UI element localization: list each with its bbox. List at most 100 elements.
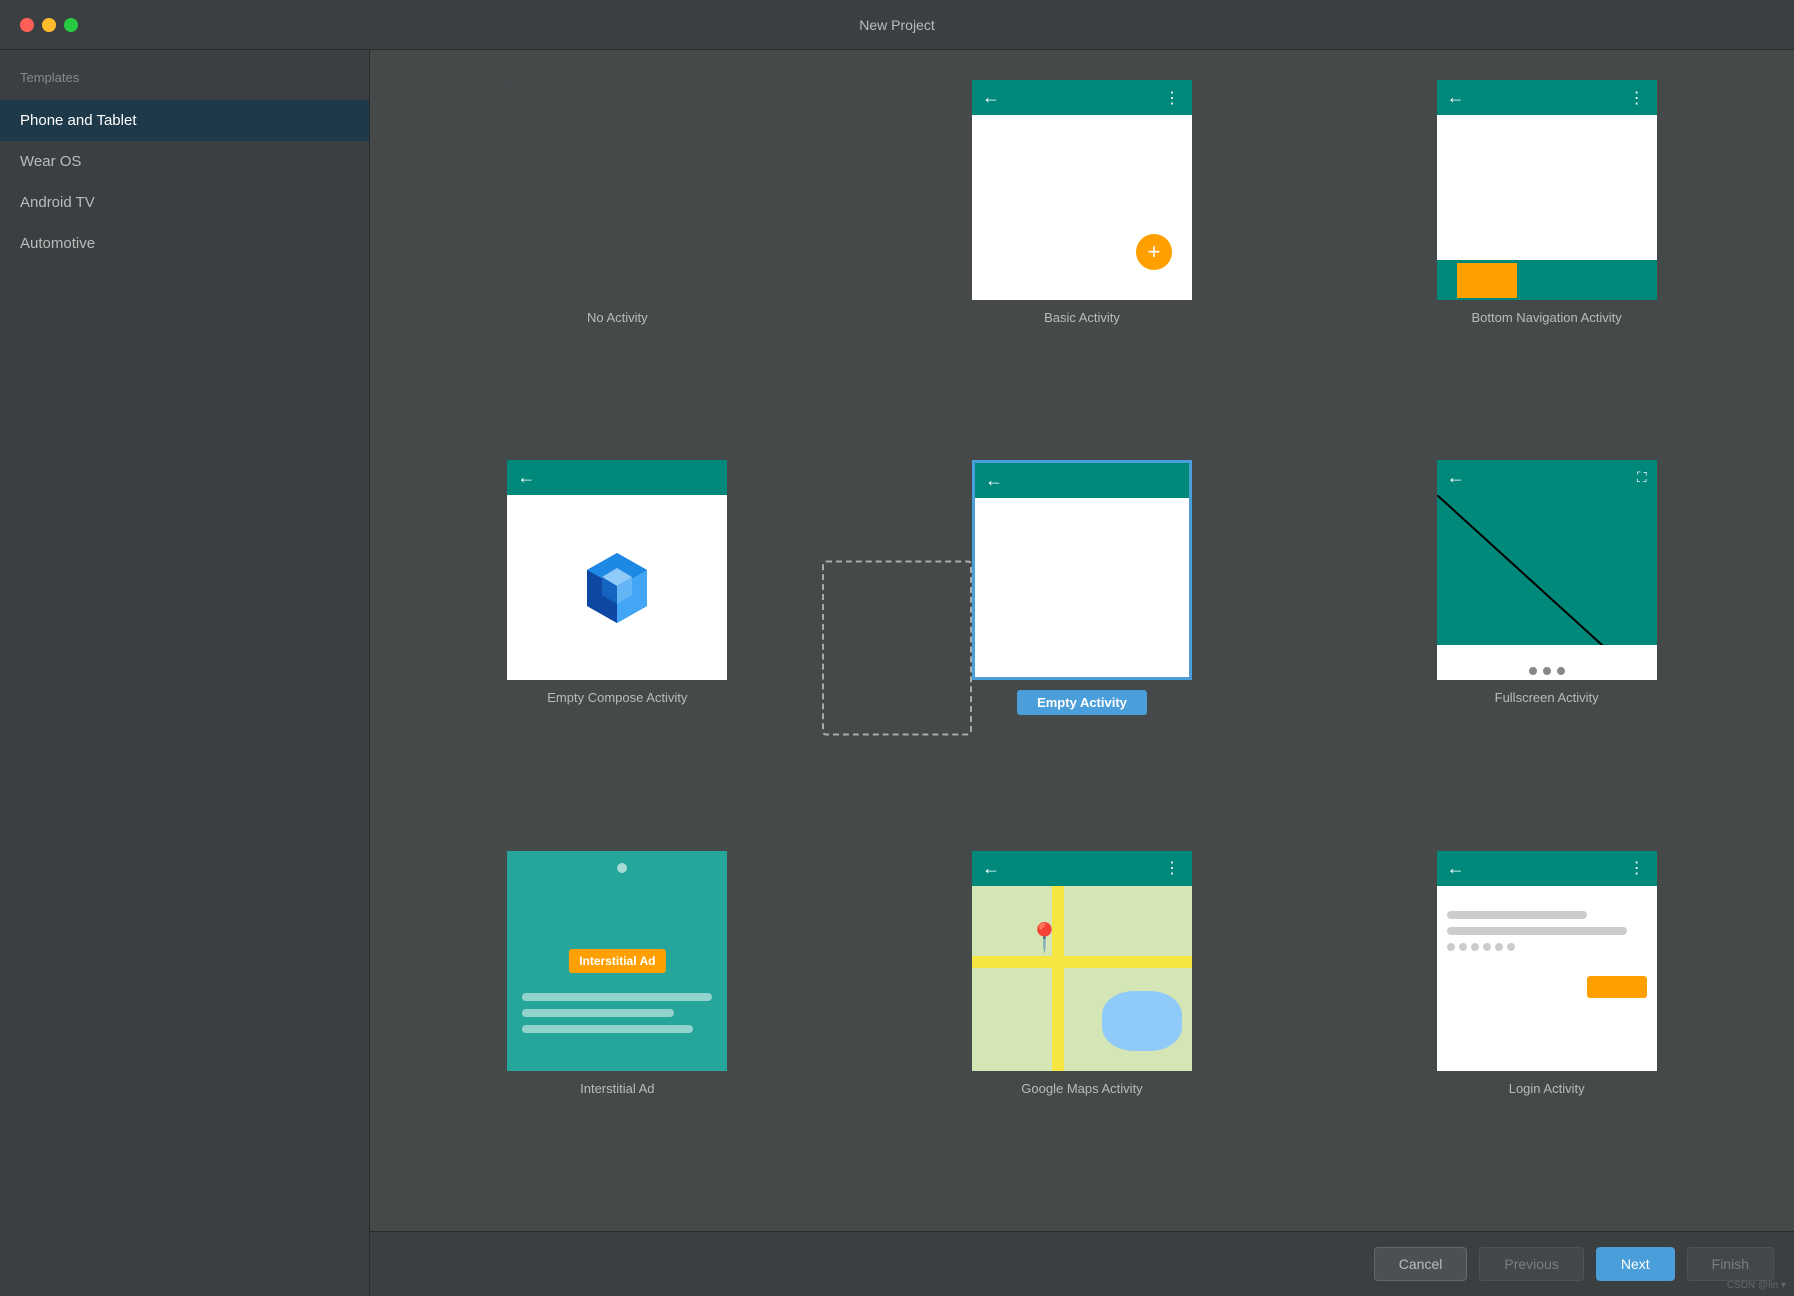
login-button-container (1447, 966, 1647, 998)
map-water (1102, 991, 1182, 1051)
watermark: CSDN @lin ▾ (1727, 1280, 1786, 1291)
login-mockup: ← ⋮ (1437, 851, 1657, 1071)
window-title: New Project (859, 17, 934, 33)
sidebar-item-phone-tablet[interactable]: Phone and Tablet (0, 100, 369, 141)
login-dot (1447, 943, 1455, 951)
login-dot (1507, 943, 1515, 951)
basic-activity-card: ← ⋮ + (972, 80, 1192, 300)
dot (1529, 667, 1537, 675)
fullscreen-header: ← ⛶ (1437, 460, 1657, 495)
dots-menu-icon: ⋮ (1629, 858, 1647, 878)
template-maps[interactable]: ← ⋮ (865, 851, 1300, 1201)
login-header: ← ⋮ (1437, 851, 1657, 886)
expand-icon: ⛶ (1637, 469, 1647, 486)
compose-mockup: ← (507, 460, 727, 680)
compose-logo (507, 495, 727, 680)
login-dot (1483, 943, 1491, 951)
sidebar: Templates Phone and Tablet Wear OS Andro… (0, 50, 370, 1296)
basic-activity-label: Basic Activity (1044, 310, 1120, 325)
login-card: ← ⋮ (1437, 851, 1657, 1071)
template-interstitial-ad[interactable]: Interstitial Ad Interstitial Ad (400, 851, 835, 1201)
maps-header: ← ⋮ (972, 851, 1192, 886)
next-button[interactable]: Next (1596, 1247, 1675, 1281)
bottom-nav-label: Bottom Navigation Activity (1472, 310, 1622, 325)
dot (1543, 667, 1551, 675)
fullscreen-label: Fullscreen Activity (1495, 690, 1599, 705)
maps-label: Google Maps Activity (1021, 1081, 1142, 1096)
cancel-button[interactable]: Cancel (1374, 1247, 1468, 1281)
sidebar-item-android-tv[interactable]: Android TV (0, 182, 369, 223)
close-button[interactable] (20, 18, 34, 32)
template-basic-activity[interactable]: ← ⋮ + Basic Activity (865, 80, 1300, 430)
basic-activity-header: ← ⋮ (972, 80, 1192, 115)
back-arrow-icon: ← (982, 87, 1000, 108)
dots-menu-icon: ⋮ (1629, 88, 1647, 108)
login-button (1587, 976, 1647, 998)
compose-card: ← (507, 460, 727, 680)
login-dot (1495, 943, 1503, 951)
compose-header: ← (507, 460, 727, 495)
dots-menu-icon: ⋮ (1164, 858, 1182, 878)
dots-menu-icon: ⋮ (1164, 88, 1182, 108)
bottom-nav-card: ← ⋮ (1437, 80, 1657, 300)
fullscreen-diagonal (1437, 495, 1657, 645)
empty-activity-mockup: ← (972, 460, 1192, 680)
fullscreen-card: ← ⛶ (1437, 460, 1657, 680)
compose-label: Empty Compose Activity (547, 690, 687, 705)
empty-activity-card: ← (972, 460, 1192, 680)
interstitial-label: Interstitial Ad (580, 1081, 654, 1096)
login-line (1447, 927, 1627, 935)
previous-button: Previous (1479, 1247, 1583, 1281)
finish-button: Finish (1687, 1247, 1774, 1281)
sidebar-item-automotive[interactable]: Automotive (0, 223, 369, 264)
template-bottom-nav[interactable]: ← ⋮ Bottom Navigation Activity (1329, 80, 1764, 430)
templates-area: No Activity ← ⋮ + Basic Activity (370, 50, 1794, 1231)
fullscreen-mockup: ← ⛶ (1437, 460, 1657, 680)
bottom-nav-highlight (1457, 263, 1517, 298)
empty-activity-label: Empty Activity (1017, 690, 1147, 715)
login-dot (1471, 943, 1479, 951)
login-dot (1459, 943, 1467, 951)
dot (1557, 667, 1565, 675)
template-login[interactable]: ← ⋮ (1329, 851, 1764, 1201)
back-arrow-icon: ← (985, 470, 1003, 491)
back-arrow-icon: ← (1447, 87, 1465, 108)
interstitial-mockup: Interstitial Ad (507, 851, 727, 1071)
login-dots (1447, 943, 1647, 951)
minimize-button[interactable] (42, 18, 56, 32)
template-fullscreen[interactable]: ← ⛶ (1329, 460, 1764, 820)
ad-lines (522, 993, 712, 1041)
ad-line (522, 1025, 693, 1033)
window-controls (20, 18, 78, 32)
basic-activity-mockup: ← ⋮ + (972, 80, 1192, 300)
back-arrow-icon: ← (982, 858, 1000, 879)
ad-dot (617, 863, 627, 873)
back-arrow-icon: ← (1447, 467, 1465, 488)
no-activity-label: No Activity (587, 310, 648, 325)
login-line (1447, 911, 1587, 919)
no-activity-dashed-box (822, 561, 972, 736)
footer: Cancel Previous Next Finish (370, 1231, 1794, 1296)
diagonal-svg (1437, 495, 1657, 645)
back-arrow-icon: ← (517, 467, 535, 488)
maps-mockup: ← ⋮ (972, 851, 1192, 1071)
bottom-nav-header: ← ⋮ (1437, 80, 1657, 115)
sidebar-section-label: Templates (0, 70, 369, 100)
login-content (1437, 886, 1657, 1071)
ad-line (522, 993, 712, 1001)
interstitial-card: Interstitial Ad (507, 851, 727, 1071)
main-layout: Templates Phone and Tablet Wear OS Andro… (0, 50, 1794, 1296)
template-empty-compose[interactable]: ← (400, 460, 835, 820)
map-road-v (1052, 886, 1064, 1071)
template-no-activity[interactable]: No Activity (400, 80, 835, 430)
ad-line (522, 1009, 674, 1017)
empty-activity-header: ← (975, 463, 1189, 498)
login-label: Login Activity (1509, 1081, 1585, 1096)
map-pin-icon: 📍 (1027, 921, 1062, 954)
fab-button: + (1136, 234, 1172, 270)
ad-banner-text: Interstitial Ad (569, 949, 665, 973)
content-wrapper: No Activity ← ⋮ + Basic Activity (370, 50, 1794, 1296)
sidebar-item-wear-os[interactable]: Wear OS (0, 141, 369, 182)
map-road-h (972, 956, 1192, 968)
maximize-button[interactable] (64, 18, 78, 32)
